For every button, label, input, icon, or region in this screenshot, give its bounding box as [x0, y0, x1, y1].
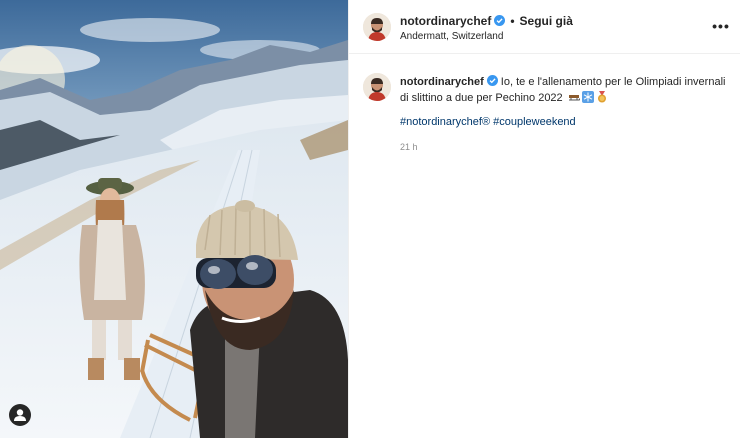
verified-badge-icon — [494, 15, 506, 26]
user-tag-icon — [14, 409, 26, 421]
post-hashtags[interactable]: #notordinarychef® #coupleweekend — [400, 116, 576, 128]
location-link[interactable]: Andermatt, Switzerland — [400, 31, 503, 42]
separator-dot: • — [510, 14, 515, 28]
more-options-icon: ••• — [712, 18, 730, 34]
instagram-post-modal: notordinarychef • Segui già Andermatt, Swi… — [0, 0, 740, 438]
post-photo[interactable] — [0, 0, 348, 438]
more-options-button[interactable]: ••• — [711, 17, 731, 35]
sled-emoji-icon — [568, 95, 580, 101]
header-username-row: notordinarychef • Segui già — [400, 14, 573, 28]
verified-badge-icon — [486, 75, 498, 86]
header-username[interactable]: notordinarychef — [400, 14, 491, 28]
user-tag-button[interactable] — [9, 404, 31, 426]
avatar-image — [363, 13, 391, 41]
post-details-panel: notordinarychef • Segui già Andermatt, Swi… — [348, 0, 740, 438]
post-header: notordinarychef • Segui già Andermatt, Swi… — [349, 0, 740, 54]
post-timestamp: 21 h — [400, 142, 418, 152]
caption-avatar[interactable] — [363, 73, 391, 101]
snowflake-emoji-icon — [581, 91, 594, 103]
medal-emoji-icon — [597, 91, 606, 103]
post-photo-image — [0, 0, 348, 438]
post-caption: notordinarychef Io, te e l'allenamento p… — [400, 74, 730, 106]
avatar[interactable] — [363, 13, 391, 41]
caption-username[interactable]: notordinarychef — [400, 76, 484, 88]
caption-avatar-image — [363, 73, 391, 101]
follow-button[interactable]: Segui già — [520, 14, 573, 28]
